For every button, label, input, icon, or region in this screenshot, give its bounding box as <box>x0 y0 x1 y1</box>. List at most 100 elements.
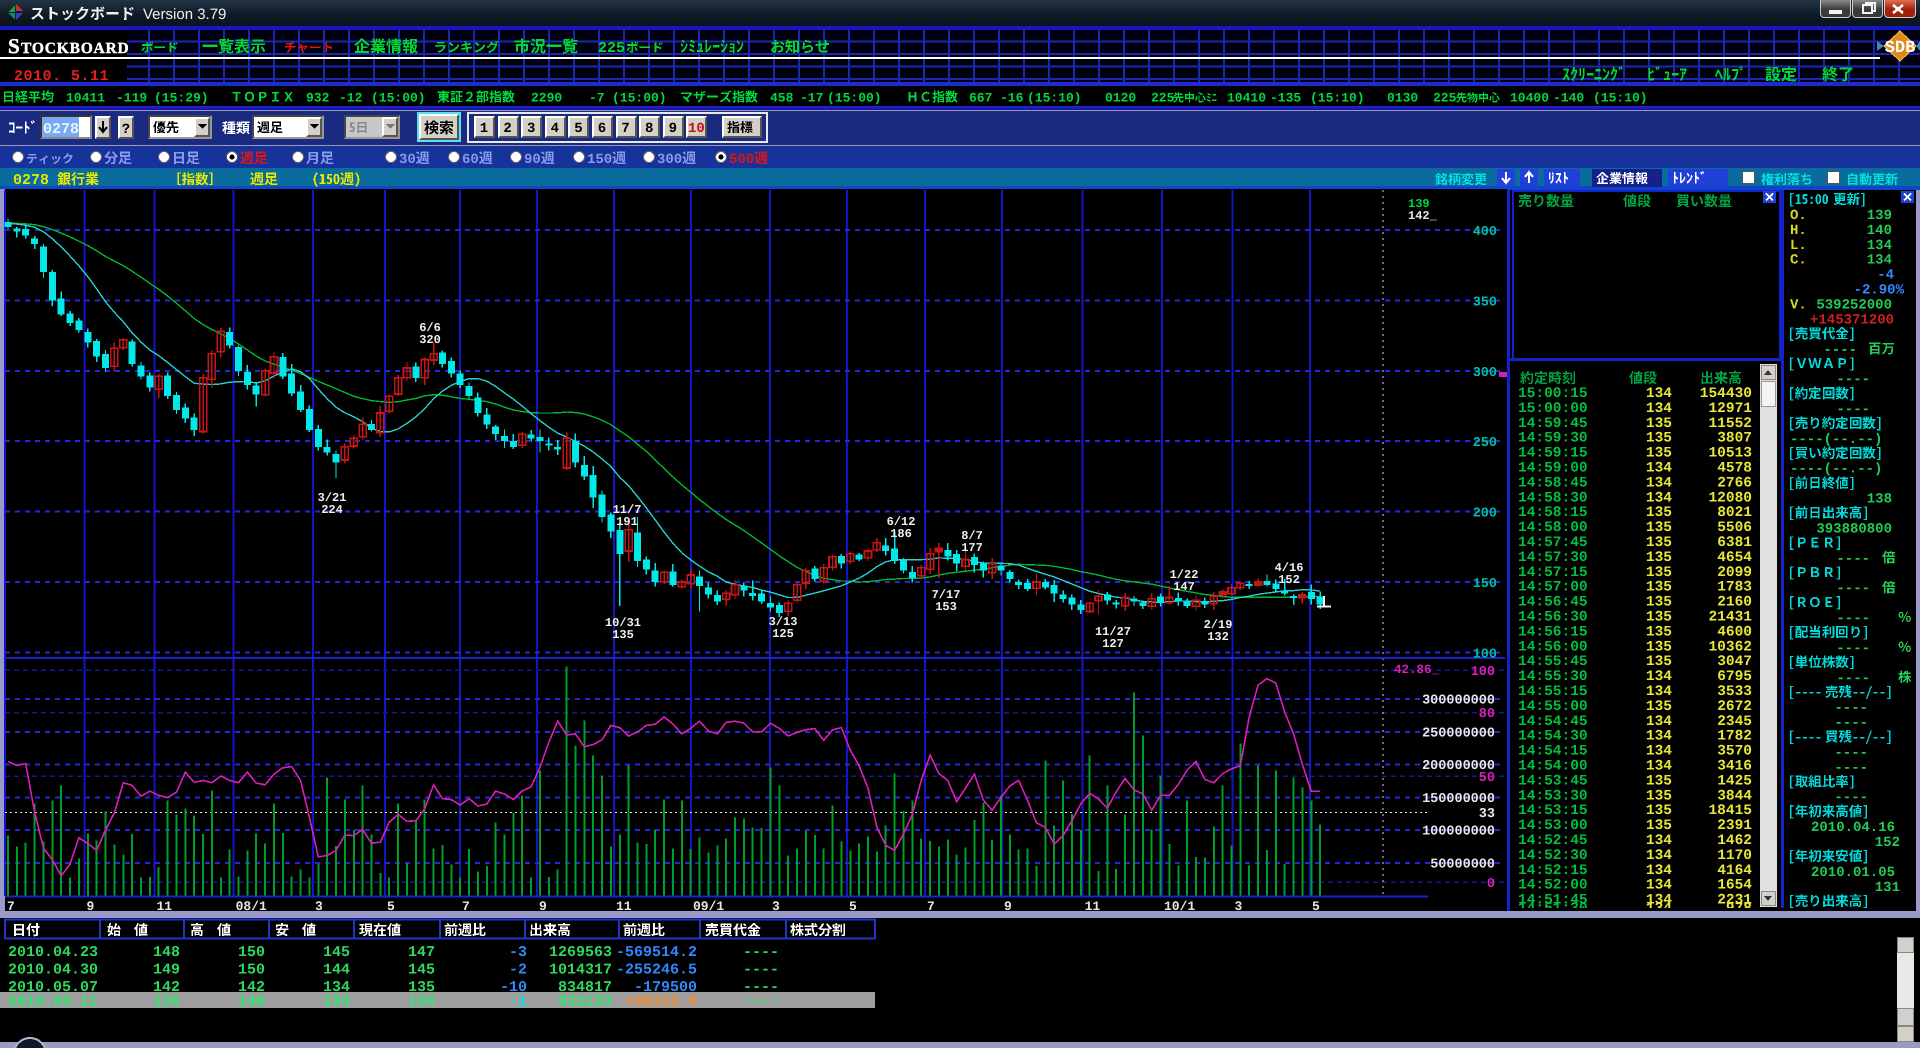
svg-text:140: 140 <box>1867 223 1892 239</box>
svg-text:225: 225 <box>1151 91 1175 106</box>
svg-text:150: 150 <box>238 944 265 961</box>
svg-text:(15:10): (15:10) <box>1593 91 1648 106</box>
svg-text:?: ? <box>122 122 130 138</box>
svg-text:5: 5 <box>574 121 582 137</box>
svg-text:100000000: 100000000 <box>1422 825 1495 840</box>
svg-text:134: 134 <box>1646 878 1672 894</box>
svg-text:142_: 142_ <box>1408 209 1438 223</box>
svg-text:09/1: 09/1 <box>693 899 724 914</box>
svg-text:2010.04.30: 2010.04.30 <box>8 962 98 979</box>
svg-text:2290: 2290 <box>531 91 562 106</box>
svg-text:134: 134 <box>1646 848 1672 864</box>
svg-text:14:52:15: 14:52:15 <box>1518 863 1588 879</box>
svg-text:7: 7 <box>927 899 935 914</box>
svg-text:-3: -3 <box>509 944 527 961</box>
svg-text:-2.90%: -2.90% <box>1854 283 1905 299</box>
svg-text:(15:00): (15:00) <box>827 91 882 106</box>
svg-text:127: 127 <box>1102 637 1124 651</box>
svg-text:14:59:30: 14:59:30 <box>1518 431 1588 447</box>
svg-text:2010. 5.11: 2010. 5.11 <box>14 68 109 85</box>
svg-text:539252000: 539252000 <box>1816 298 1892 314</box>
svg-text:667: 667 <box>969 91 992 106</box>
svg-text:10: 10 <box>688 121 705 137</box>
svg-text:6381: 6381 <box>1717 535 1752 551</box>
svg-text:2: 2 <box>503 121 511 137</box>
svg-text:12080: 12080 <box>1708 490 1752 506</box>
svg-text:-2: -2 <box>509 962 527 979</box>
svg-text:2010.01.05: 2010.01.05 <box>1811 865 1895 881</box>
svg-text:400: 400 <box>1473 225 1497 240</box>
svg-text:978: 978 <box>1726 901 1752 917</box>
svg-text:1170: 1170 <box>1717 848 1752 864</box>
svg-text:6795: 6795 <box>1717 669 1752 685</box>
svg-text:14:56:15: 14:56:15 <box>1518 624 1588 640</box>
svg-text:145: 145 <box>408 962 435 979</box>
svg-text:125: 125 <box>772 627 794 641</box>
svg-text:-135: -135 <box>1270 91 1301 106</box>
svg-text:2010.04.16: 2010.04.16 <box>1811 820 1895 836</box>
svg-text:----: ---- <box>1834 790 1868 806</box>
svg-text:30: 30 <box>399 152 416 168</box>
svg-text:152: 152 <box>1875 835 1900 851</box>
svg-text:2010.05.11: 2010.05.11 <box>8 994 98 1011</box>
svg-text:TOCKBOARD: TOCKBOARD <box>21 40 130 57</box>
svg-text:135: 135 <box>1646 773 1672 789</box>
svg-text:139: 139 <box>1867 208 1892 224</box>
svg-text:0: 0 <box>1487 877 1495 892</box>
svg-text:135: 135 <box>1646 639 1672 655</box>
svg-text:5506: 5506 <box>1717 520 1752 536</box>
svg-text:4654: 4654 <box>1717 550 1752 566</box>
svg-text:21431: 21431 <box>1708 610 1752 626</box>
svg-text:33: 33 <box>1479 807 1495 822</box>
svg-text:10362: 10362 <box>1708 639 1752 655</box>
svg-text:7: 7 <box>462 899 470 914</box>
svg-text:134: 134 <box>1646 386 1672 402</box>
svg-text:1: 1 <box>480 121 488 137</box>
svg-text:14:55:00: 14:55:00 <box>1518 699 1588 715</box>
svg-text:L.: L. <box>1790 238 1807 254</box>
svg-text:134: 134 <box>408 994 435 1011</box>
svg-text:----: ---- <box>1834 745 1868 761</box>
svg-text:10410: 10410 <box>1227 91 1266 106</box>
svg-text:11: 11 <box>1085 899 1101 914</box>
svg-text:150: 150 <box>1473 577 1497 592</box>
svg-text:-4: -4 <box>1877 268 1894 284</box>
svg-text:4164: 4164 <box>1717 863 1752 879</box>
svg-text:14:53:15: 14:53:15 <box>1518 803 1588 819</box>
svg-text:149: 149 <box>153 962 180 979</box>
svg-text:14:53:45: 14:53:45 <box>1518 773 1588 789</box>
svg-text:134: 134 <box>1646 759 1672 775</box>
svg-text:138: 138 <box>1867 492 1892 508</box>
svg-text:14:54:45: 14:54:45 <box>1518 714 1588 730</box>
svg-text:----: ---- <box>1836 611 1870 627</box>
svg-text:----: ---- <box>743 944 779 961</box>
svg-text:14:59:15: 14:59:15 <box>1518 446 1588 462</box>
svg-text:134: 134 <box>1646 461 1672 477</box>
svg-text:5: 5 <box>1312 899 1320 914</box>
svg-text:50: 50 <box>1479 771 1495 786</box>
svg-text:2160: 2160 <box>1717 595 1752 611</box>
svg-text:-255246.5: -255246.5 <box>616 962 697 979</box>
svg-text:14:54:00: 14:54:00 <box>1518 759 1588 775</box>
svg-text:134: 134 <box>1646 744 1672 760</box>
svg-text:18415: 18415 <box>1708 803 1752 819</box>
svg-text:-1: -1 <box>509 994 527 1011</box>
svg-text:134: 134 <box>1646 490 1672 506</box>
svg-text:50000000: 50000000 <box>1430 858 1495 873</box>
svg-text:134: 134 <box>1646 863 1672 879</box>
svg-text:(15:29): (15:29) <box>154 91 209 106</box>
svg-text:135: 135 <box>1646 610 1672 626</box>
svg-text:135: 135 <box>1646 535 1672 551</box>
svg-text:14:57:45: 14:57:45 <box>1518 535 1588 551</box>
svg-text:-7: -7 <box>589 91 605 106</box>
svg-text:135: 135 <box>1646 624 1672 640</box>
svg-text:134: 134 <box>1646 684 1672 700</box>
svg-text:1425: 1425 <box>1717 773 1752 789</box>
svg-text:-12: -12 <box>339 91 363 106</box>
svg-text:----: ---- <box>1836 671 1870 687</box>
svg-text:4: 4 <box>551 121 559 137</box>
svg-text:----: ---- <box>1836 372 1870 388</box>
svg-text:135: 135 <box>1646 803 1672 819</box>
svg-text:----: ---- <box>1834 701 1868 717</box>
svg-text:135: 135 <box>612 628 634 642</box>
